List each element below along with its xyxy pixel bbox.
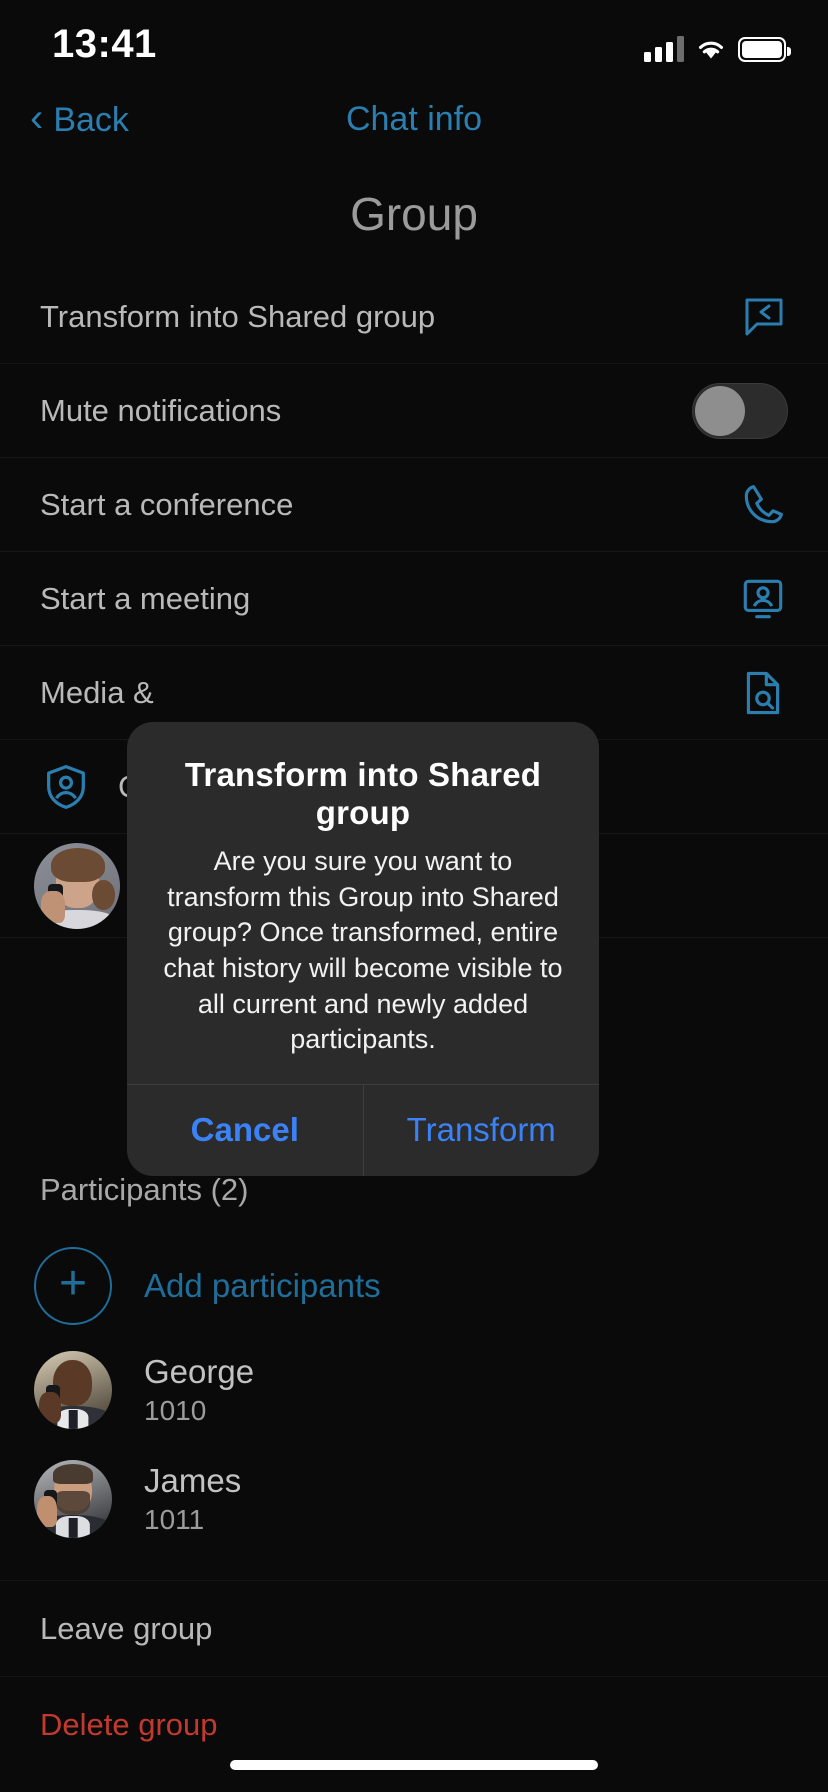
transform-button[interactable]: Transform [364,1085,600,1176]
dialog-message: Are you sure you want to transform this … [163,846,563,1055]
home-indicator[interactable] [230,1760,598,1770]
cancel-button[interactable]: Cancel [127,1084,364,1176]
dialog-actions: Cancel Transform [127,1083,600,1176]
dialog-body: Transform into Shared group Are you sure… [127,722,599,1084]
dialog-title: Transform into Shared group [184,756,542,831]
alert-overlay: Transform into Shared group Are you sure… [0,0,828,1792]
transform-confirmation-dialog: Transform into Shared group Are you sure… [127,722,599,1176]
